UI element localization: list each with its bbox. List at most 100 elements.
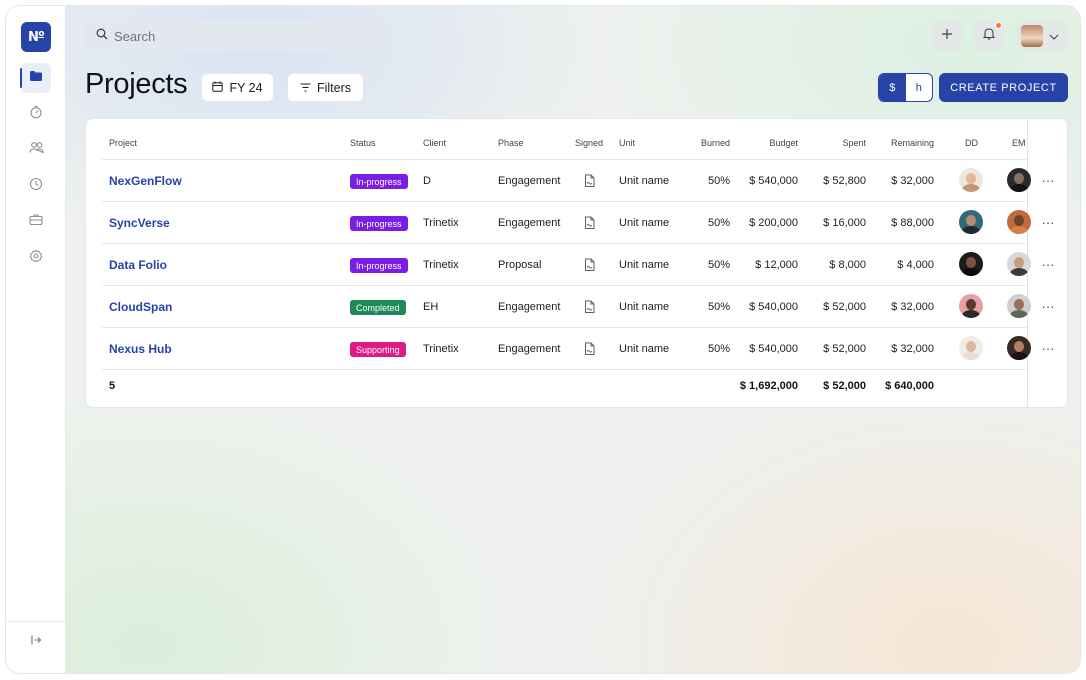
signed-doc-icon[interactable] — [583, 258, 596, 275]
budget-cell: $ 540,000 — [749, 343, 798, 355]
project-link[interactable]: SyncVerse — [109, 216, 170, 230]
sidebar-divider — [6, 621, 66, 622]
total-remaining: $ 640,000 — [885, 380, 934, 392]
header-phase[interactable]: Phase — [498, 138, 524, 148]
client-cell: EH — [423, 301, 439, 313]
burned-cell: 50% — [707, 217, 730, 229]
create-project-button[interactable]: CREATE PROJECT — [939, 73, 1068, 102]
burned-cell: 50% — [707, 301, 730, 313]
collapse-sidebar-icon — [30, 633, 42, 651]
collapse-sidebar-button[interactable] — [21, 627, 51, 657]
burned-cell: 50% — [707, 175, 730, 187]
unit-cell: Unit name — [619, 343, 670, 355]
row-menu-icon[interactable]: ··· — [1041, 174, 1055, 191]
em-avatar[interactable] — [1007, 168, 1031, 192]
fiscal-year-label: FY 24 — [229, 80, 263, 95]
user-menu[interactable] — [1017, 21, 1068, 51]
status-badge: Completed — [350, 300, 406, 315]
app-logo[interactable]: No — [21, 22, 51, 52]
project-link[interactable]: CloudSpan — [109, 300, 172, 314]
totals-divider — [102, 369, 1027, 370]
signed-doc-icon[interactable] — [583, 174, 596, 191]
phase-cell: Engagement — [498, 301, 561, 313]
remaining-cell: $ 88,000 — [891, 217, 934, 229]
dd-avatar[interactable] — [959, 168, 983, 192]
status-badge: In-progress — [350, 258, 408, 273]
projects-table: Project Status Client Phase Signed Unit … — [85, 118, 1068, 408]
page-title: Projects — [85, 68, 188, 100]
header-unit[interactable]: Unit — [619, 138, 635, 148]
header-remaining[interactable]: Remaining — [864, 138, 934, 148]
toggle-hours[interactable]: h — [906, 74, 933, 101]
client-cell: Trinetix — [423, 217, 459, 229]
phase-cell: Engagement — [498, 343, 561, 355]
app-window: No Search Projects FY 24 Filters $ h CRE… — [6, 6, 1080, 673]
header-client[interactable]: Client — [423, 138, 446, 148]
folder-icon — [29, 69, 43, 87]
header-divider — [102, 159, 1027, 160]
header-burned[interactable]: Burned — [670, 138, 730, 148]
em-avatar[interactable] — [1007, 336, 1031, 360]
phase-cell: Engagement — [498, 217, 561, 229]
budget-cell: $ 540,000 — [749, 301, 798, 313]
client-cell: D — [423, 175, 431, 187]
signed-doc-icon[interactable] — [583, 300, 596, 317]
header-project[interactable]: Project — [109, 138, 137, 148]
em-avatar[interactable] — [1007, 294, 1031, 318]
signed-doc-icon[interactable] — [583, 342, 596, 359]
unit-toggle: $ h — [878, 73, 933, 102]
sidebar-item-settings[interactable] — [21, 243, 51, 273]
notifications-button[interactable] — [974, 21, 1004, 51]
row-menu-icon[interactable]: ··· — [1041, 216, 1055, 233]
header-dd[interactable]: DD — [965, 138, 978, 148]
sidebar-item-history[interactable] — [21, 171, 51, 201]
fiscal-year-picker[interactable]: FY 24 — [201, 73, 274, 102]
dd-avatar[interactable] — [959, 294, 983, 318]
sidebar: No — [6, 6, 66, 673]
row-menu-icon[interactable]: ··· — [1041, 300, 1055, 317]
add-button[interactable] — [932, 21, 962, 51]
filters-button[interactable]: Filters — [287, 73, 364, 102]
header-em[interactable]: EM — [1012, 138, 1026, 148]
sidebar-item-timer[interactable] — [21, 99, 51, 129]
remaining-cell: $ 32,000 — [891, 301, 934, 313]
notification-dot — [995, 22, 1002, 29]
user-avatar — [1021, 25, 1043, 47]
total-count: 5 — [109, 380, 116, 392]
project-link[interactable]: NexGenFlow — [109, 174, 182, 188]
total-budget: $ 1,692,000 — [739, 380, 798, 392]
calendar-icon — [212, 81, 224, 95]
em-avatar[interactable] — [1007, 210, 1031, 234]
header-status[interactable]: Status — [350, 138, 376, 148]
burned-cell: 50% — [707, 259, 730, 271]
search-placeholder: Search — [114, 28, 156, 44]
project-link[interactable]: Data Folio — [109, 258, 167, 272]
header-spent[interactable]: Spent — [806, 138, 866, 148]
toggle-dollar[interactable]: $ — [879, 74, 906, 101]
row-divider — [102, 327, 1027, 328]
em-avatar[interactable] — [1007, 252, 1031, 276]
logo-suffix: o — [38, 29, 45, 39]
header-budget[interactable]: Budget — [738, 138, 798, 148]
remaining-cell: $ 32,000 — [891, 175, 934, 187]
dd-avatar[interactable] — [959, 210, 983, 234]
dd-avatar[interactable] — [959, 336, 983, 360]
client-cell: Trinetix — [423, 259, 459, 271]
signed-doc-icon[interactable] — [583, 216, 596, 233]
project-link[interactable]: Nexus Hub — [109, 342, 172, 356]
search-input[interactable]: Search — [84, 21, 386, 51]
users-icon — [28, 141, 44, 159]
sidebar-item-people[interactable] — [21, 135, 51, 165]
row-divider — [102, 285, 1027, 286]
unit-cell: Unit name — [619, 259, 670, 271]
row-menu-icon[interactable]: ··· — [1041, 342, 1055, 359]
chevron-down-icon — [1049, 27, 1059, 45]
dd-avatar[interactable] — [959, 252, 983, 276]
unit-cell: Unit name — [619, 217, 670, 229]
briefcase-icon — [29, 213, 43, 231]
sidebar-item-portfolio[interactable] — [21, 207, 51, 237]
row-divider — [102, 201, 1027, 202]
sidebar-item-projects[interactable] — [20, 63, 51, 93]
row-menu-icon[interactable]: ··· — [1041, 258, 1055, 275]
header-signed[interactable]: Signed — [575, 138, 603, 148]
